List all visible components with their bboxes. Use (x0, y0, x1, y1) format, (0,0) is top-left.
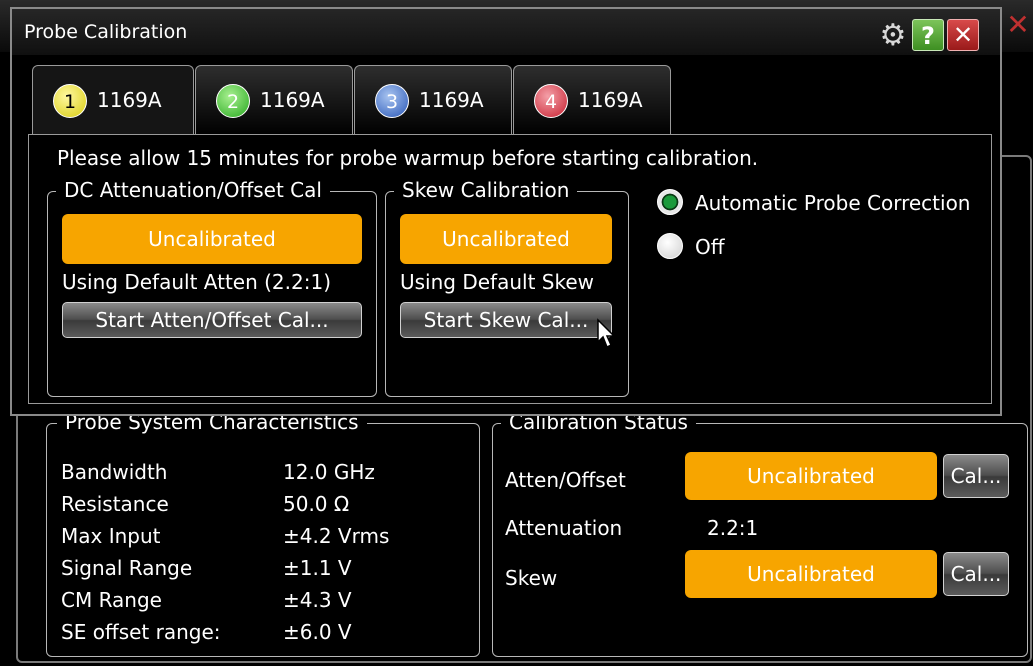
off-option[interactable]: Off (645, 229, 765, 261)
dc-cal-info: Using Default Atten (2.2:1) (62, 270, 332, 294)
max-input-label: Max Input (61, 524, 161, 548)
signal-range-label: Signal Range (61, 556, 193, 580)
skew-cal-button[interactable]: Cal... (943, 552, 1009, 596)
warmup-notice: Please allow 15 minutes for probe warmup… (57, 146, 759, 170)
tab-probe-3[interactable]: 3 1169A (354, 65, 512, 135)
signal-range-value: ±1.1 V (283, 556, 352, 580)
bandwidth-value: 12.0 GHz (283, 460, 375, 484)
start-skew-cal-button[interactable]: Start Skew Cal... (400, 302, 612, 338)
automatic-probe-correction-label: Automatic Probe Correction (695, 191, 971, 215)
cm-range-value: ±4.3 V (283, 588, 352, 612)
max-input-value: ±4.2 Vrms (283, 524, 390, 548)
atten-offset-cal-button[interactable]: Cal... (943, 454, 1009, 498)
tab-probe-4[interactable]: 4 1169A (513, 65, 671, 135)
start-atten-offset-cal-button[interactable]: Start Atten/Offset Cal... (62, 302, 362, 338)
tab-label: 1169A (97, 88, 162, 112)
se-offset-range-value: ±6.0 V (283, 620, 352, 644)
tab-content-panel: Please allow 15 minutes for probe warmup… (28, 134, 992, 404)
calibration-status-group: Calibration Status Atten/Offset Uncalibr… (492, 411, 1028, 657)
resistance-value: 50.0 Ω (283, 492, 350, 516)
channel-2-badge: 2 (216, 84, 250, 118)
tab-probe-1[interactable]: 1 1169A (32, 65, 194, 137)
off-label: Off (695, 235, 725, 259)
skew-cal-status-badge: Uncalibrated (400, 214, 612, 264)
atten-offset-label: Atten/Offset (505, 468, 626, 492)
cm-range-label: CM Range (61, 588, 162, 612)
resistance-label: Resistance (61, 492, 169, 516)
gear-icon[interactable]: ⚙ (876, 21, 910, 51)
tab-label: 1169A (578, 88, 643, 112)
attenuation-value: 2.2:1 (707, 516, 759, 540)
tab-label: 1169A (419, 88, 484, 112)
dc-attenuation-title: DC Attenuation/Offset Cal (56, 179, 330, 201)
atten-offset-status-badge: Uncalibrated (685, 452, 937, 500)
skew-status-badge: Uncalibrated (685, 550, 937, 598)
help-icon[interactable]: ? (912, 19, 944, 51)
tab-probe-2[interactable]: 2 1169A (195, 65, 353, 135)
close-icon[interactable]: ✕ (947, 19, 979, 51)
se-offset-range-label: SE offset range: (61, 620, 221, 644)
dialog-title: Probe Calibration (24, 21, 188, 43)
skew-calibration-title: Skew Calibration (394, 179, 578, 201)
automatic-probe-correction-option[interactable]: Automatic Probe Correction (645, 185, 991, 217)
radio-unselected-icon (657, 233, 683, 259)
dc-attenuation-group: DC Attenuation/Offset Cal Uncalibrated U… (47, 179, 377, 397)
tab-label: 1169A (260, 88, 325, 112)
background-close-icon[interactable]: ✕ (1004, 10, 1032, 40)
channel-4-badge: 4 (534, 84, 568, 118)
mouse-pointer-icon (596, 318, 618, 354)
probe-calibration-dialog: Probe Calibration ⚙ ? ✕ 1 1169A 2 1169A … (10, 7, 1002, 416)
dc-cal-status-badge: Uncalibrated (62, 214, 362, 264)
skew-label: Skew (505, 566, 558, 590)
dialog-title-bar[interactable]: Probe Calibration ⚙ ? ✕ (12, 9, 1000, 55)
skew-cal-info: Using Default Skew (400, 270, 595, 294)
channel-1-badge: 1 (53, 84, 87, 118)
attenuation-label: Attenuation (505, 516, 623, 540)
radio-selected-icon (657, 189, 683, 215)
channel-3-badge: 3 (375, 84, 409, 118)
bandwidth-label: Bandwidth (61, 460, 168, 484)
skew-calibration-group: Skew Calibration Uncalibrated Using Defa… (385, 179, 629, 397)
characteristics-group: Probe System Characteristics Bandwidth 1… (46, 411, 480, 657)
